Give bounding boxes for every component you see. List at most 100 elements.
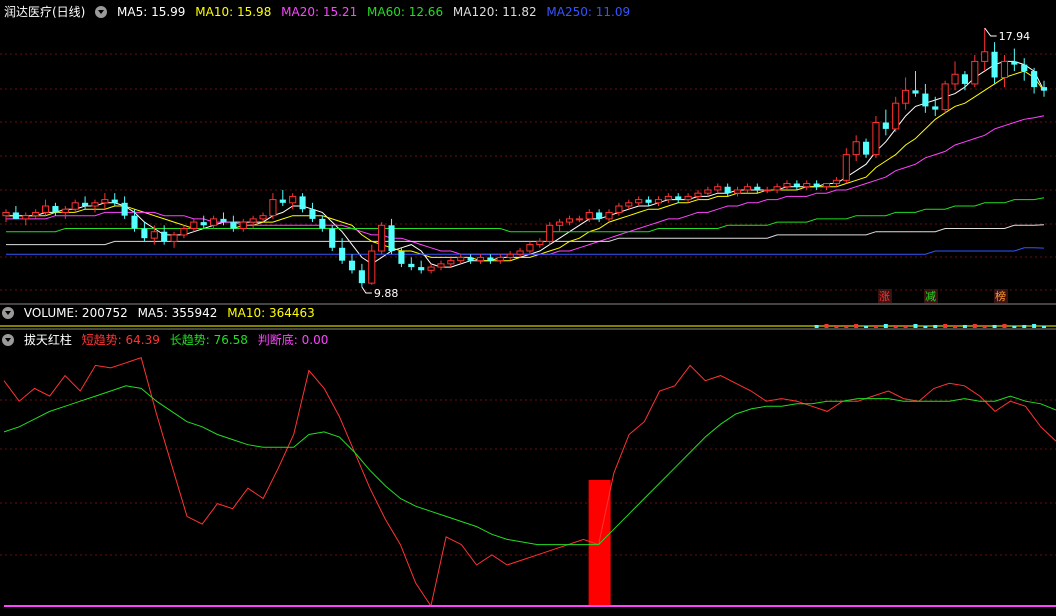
candle-body-up (427, 266, 435, 271)
volume-bar (982, 326, 987, 328)
candle-body-up (536, 240, 544, 246)
candle-body-down (724, 186, 731, 194)
stock-chart[interactable]: 17.94 9.88 涨 减 榜 (0, 0, 1056, 616)
candle-body-up (506, 253, 514, 258)
signal-tag: 榜 (995, 289, 1006, 303)
candle-body-down (467, 257, 474, 261)
candle-body-up (872, 121, 880, 156)
candle-body-down (230, 222, 237, 229)
candle-body-up (41, 205, 50, 213)
volume-bar (873, 325, 878, 328)
candle-body-down (991, 51, 998, 78)
candle-body-up (170, 234, 178, 242)
volume-bar (923, 326, 928, 328)
volume-bar (814, 325, 819, 328)
candle-body-down (1040, 87, 1048, 91)
candle-body-up (1000, 60, 1009, 78)
candle-body-up (259, 215, 267, 220)
volume-bar (1042, 326, 1046, 328)
candle-body-up (32, 211, 40, 217)
candle-body-down (932, 106, 939, 110)
volume-bar (834, 326, 839, 328)
candle-body-up (239, 221, 247, 230)
candle-body-down (329, 228, 336, 248)
volume-bar (854, 324, 859, 328)
candle-body-down (754, 186, 761, 190)
volume-bar (893, 326, 898, 328)
candle-body-up (783, 183, 791, 188)
candle-body-down (279, 199, 286, 203)
candle-body-down (52, 206, 59, 213)
indicator-line-1 (3, 385, 1056, 546)
signal-tag: 减 (925, 290, 936, 303)
candle-body-up (22, 215, 30, 220)
candle-body-up (852, 141, 860, 156)
candle-body-up (832, 179, 840, 185)
candle-body-up (437, 263, 445, 268)
candle-body-up (773, 186, 781, 191)
ma-line-ma250 (6, 247, 1045, 255)
candle-body-down (348, 260, 356, 271)
volume-bar (844, 325, 849, 328)
candle-body-up (733, 189, 742, 194)
candle-body-down (1011, 61, 1018, 65)
candle-body-up (704, 189, 712, 194)
candle-body-down (388, 225, 395, 252)
candle-body-down (912, 90, 919, 94)
candle-body-up (803, 183, 811, 188)
candle-body-down (12, 212, 19, 219)
volume-bar (953, 326, 958, 328)
candle-body-up (575, 218, 583, 221)
candle-body-down (200, 222, 207, 226)
candle-body-down (220, 218, 227, 223)
candle-body-up (654, 199, 663, 204)
volume-bar (1012, 326, 1017, 328)
candle-body-up (457, 256, 465, 262)
candle-body-up (2, 211, 10, 217)
candle-body-up (763, 189, 771, 192)
candle-body-down (487, 257, 494, 261)
candle-body-up (565, 218, 574, 223)
volume-bar (1002, 324, 1007, 328)
candle-body-down (961, 74, 968, 84)
candle-body-down (111, 199, 118, 203)
candle-body-down (418, 267, 425, 271)
candle-body-down (1031, 71, 1038, 88)
candle-body-up (289, 195, 297, 204)
candle-body-down (793, 183, 800, 187)
candle-body-up (941, 83, 949, 111)
candle-body-up (951, 73, 959, 85)
candle-body-up (447, 260, 455, 265)
candle-body-up (743, 186, 751, 191)
candle-body-down (862, 141, 870, 155)
candle-body-up (71, 202, 79, 210)
candle-body-down (1021, 64, 1028, 72)
candle-body-up (556, 221, 564, 226)
candle-body-down (408, 263, 415, 268)
candle-body-down (398, 251, 405, 264)
candle-body-up (496, 256, 504, 262)
candle-body-down (596, 212, 603, 219)
candle-body-down (922, 93, 929, 107)
candle-body-up (694, 192, 702, 197)
candle-body-up (902, 89, 910, 104)
candle-body-up (971, 60, 979, 85)
candle-body-down (813, 183, 820, 187)
candle-body-down (882, 122, 889, 129)
candle-body-up (101, 199, 109, 204)
candle-body-up (822, 183, 831, 188)
volume-bar (992, 325, 997, 328)
candle-body-down (161, 231, 168, 242)
candle-body-up (585, 211, 593, 220)
volume-bar (943, 324, 948, 328)
candle-body-up (684, 195, 692, 201)
high-marker (984, 27, 997, 37)
candle-body-up (605, 211, 613, 220)
candle-body-up (526, 244, 534, 252)
candle-body-down (358, 270, 365, 284)
candle-body-up (180, 228, 188, 236)
candle-body-up (378, 224, 386, 252)
volume-bar (1032, 324, 1037, 328)
volume-bar (933, 325, 938, 328)
signal-tag: 涨 (879, 290, 890, 303)
